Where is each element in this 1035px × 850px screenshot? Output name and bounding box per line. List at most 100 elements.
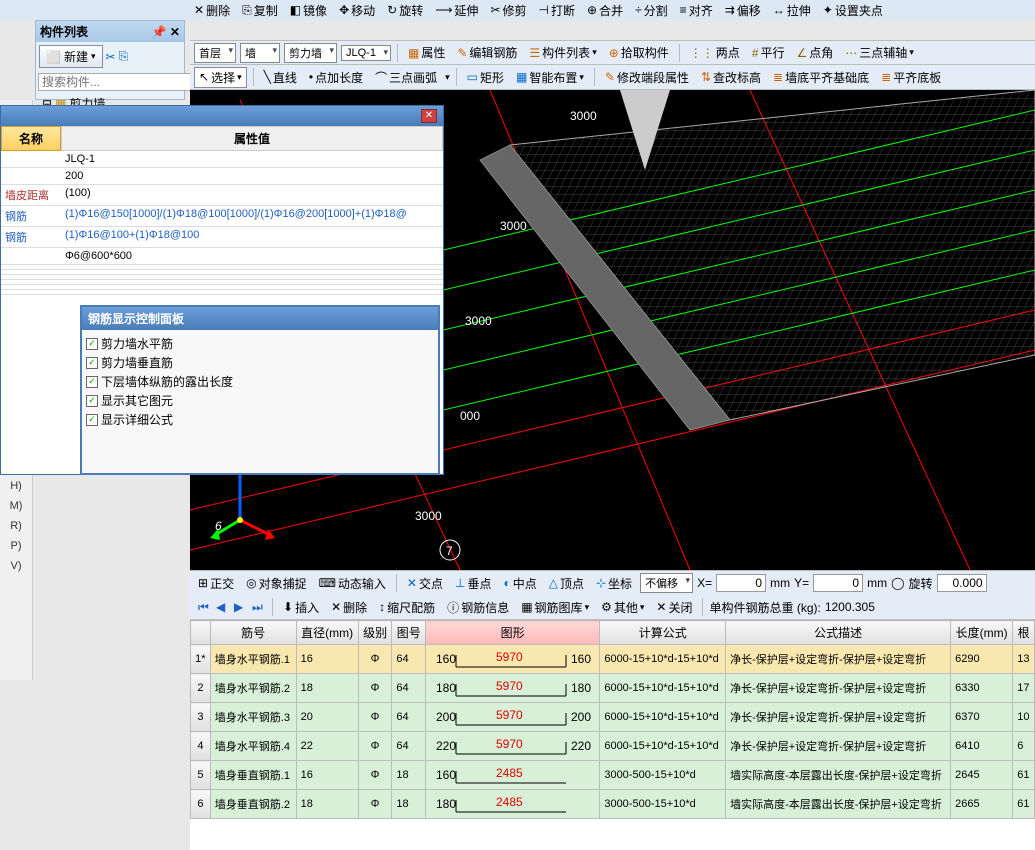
prop-value[interactable]: (1)Φ16@150[1000]/(1)Φ18@100[1000]/(1)Φ16… [61, 206, 443, 227]
tool-对齐[interactable]: ≡对齐 [676, 2, 717, 19]
tool-偏移[interactable]: ⇉偏移 [721, 2, 765, 19]
select-button[interactable]: ↖选择▾ [194, 67, 247, 88]
nav-arrow-icon[interactable]: ⏮ [198, 600, 212, 614]
nav-关闭[interactable]: ✕关闭 [652, 598, 696, 617]
col-header[interactable]: 级别 [358, 621, 392, 645]
snap-顶点[interactable]: △顶点 [545, 574, 588, 593]
checkbox-icon[interactable]: ✓ [86, 338, 98, 350]
tool-删除[interactable]: ✕删除 [190, 2, 234, 19]
col-header[interactable]: 直径(mm) [296, 621, 358, 645]
edit-1[interactable]: ⇅查改标高 [697, 68, 765, 87]
tool-旋转[interactable]: ↻旋转 [383, 2, 427, 19]
check-row[interactable]: ✓显示详细公式 [86, 410, 434, 429]
col-header[interactable]: 公式描述 [726, 621, 951, 645]
checkbox-icon[interactable]: ✓ [86, 414, 98, 426]
col-header[interactable] [191, 621, 211, 645]
check-row[interactable]: ✓下层墙体纵筋的露出长度 [86, 372, 434, 391]
nav-其他[interactable]: ⚙其他▾ [597, 598, 648, 617]
new-button[interactable]: ⬜新建▾ [39, 45, 103, 68]
y-input[interactable] [813, 574, 863, 592]
table-row[interactable]: 5墙身垂直钢筋.116Φ1816024853000-500-15+10*d墙实际… [191, 761, 1035, 790]
col-header[interactable]: 图号 [392, 621, 426, 645]
snap-交点[interactable]: ✕交点 [403, 574, 447, 593]
status-动态输入[interactable]: ⌨动态输入 [315, 574, 390, 593]
check-row[interactable]: ✓剪力墙水平筋 [86, 334, 434, 353]
tool-分割[interactable]: ÷分割 [631, 2, 672, 19]
prop-value[interactable]: (100) [61, 185, 443, 206]
nav-插入[interactable]: ⬇插入 [279, 598, 323, 617]
col-header[interactable]: 计算公式 [600, 621, 726, 645]
btn-拾取构件[interactable]: ⊕拾取构件 [605, 43, 673, 62]
draw-智能布置[interactable]: ▦智能布置▾ [512, 68, 588, 87]
checkbox-icon[interactable]: ✓ [86, 395, 98, 407]
checkbox-icon[interactable]: ✓ [86, 376, 98, 388]
btn-两点[interactable]: ⋮⋮两点 [686, 43, 744, 62]
prop-value[interactable]: Φ6@600*600 [61, 248, 443, 265]
col-header[interactable]: 图形 [426, 621, 600, 645]
edit-3[interactable]: ≣平齐底板 [877, 68, 945, 87]
tool-延伸[interactable]: ⟶延伸 [431, 2, 482, 19]
tool-复制[interactable]: ⎘复制 [238, 2, 282, 19]
snap-坐标[interactable]: ⊹坐标 [592, 574, 636, 593]
prop-value[interactable]: JLQ-1 [61, 151, 443, 168]
check-row[interactable]: ✓显示其它图元 [86, 391, 434, 410]
btn-三点辅轴[interactable]: ⋯三点辅轴▾ [841, 43, 918, 62]
table-row[interactable]: 3墙身水平钢筋.320Φ6420059702006000-15+10*d-15+… [191, 703, 1035, 732]
combo-JLQ-1[interactable]: JLQ-1 [341, 45, 391, 61]
edit-2[interactable]: ≣墙底平齐基础底 [769, 68, 873, 87]
search-input[interactable] [38, 73, 201, 91]
draw-直线[interactable]: ╲直线 [260, 68, 301, 87]
tool-拉伸[interactable]: ↔拉伸 [769, 2, 815, 19]
btn-属性[interactable]: ▦属性 [404, 43, 449, 62]
table-row[interactable]: 2墙身水平钢筋.218Φ6418059701806000-15+10*d-15+… [191, 674, 1035, 703]
snap-垂点[interactable]: ⊥垂点 [451, 574, 495, 593]
nav-钢筋信息[interactable]: ⓘ钢筋信息 [443, 598, 513, 617]
rot-input[interactable] [937, 574, 987, 592]
draw-矩形[interactable]: ▭矩形 [463, 68, 508, 87]
combo-剪力墙[interactable]: 剪力墙 [284, 43, 337, 63]
checkbox-icon[interactable]: ✓ [86, 357, 98, 369]
tool-修剪[interactable]: ✂修剪 [486, 2, 530, 19]
draw-点加长度[interactable]: •点加长度 [305, 68, 367, 87]
copy-icon[interactable]: ⎘ [119, 49, 129, 64]
tool-设置夹点[interactable]: ✦设置夹点 [819, 2, 887, 19]
prop-value[interactable]: 200 [61, 168, 443, 185]
table-row[interactable]: 4墙身水平钢筋.422Φ6422059702206000-15+10*d-15+… [191, 732, 1035, 761]
table-row[interactable]: 6墙身垂直钢筋.218Φ1818024853000-500-15+10*d墙实际… [191, 790, 1035, 819]
nav-钢筋图库[interactable]: ▦钢筋图库▾ [517, 598, 593, 617]
tool-移动[interactable]: ✥移动 [335, 2, 379, 19]
offset-combo[interactable]: 不偏移 [640, 573, 693, 593]
property-titlebar[interactable]: ✕ [1, 106, 443, 126]
btn-平行[interactable]: #平行 [748, 43, 789, 62]
edit-0[interactable]: ✎修改端段属性 [601, 68, 693, 87]
combo-首层[interactable]: 首层 [194, 43, 236, 63]
cut-icon[interactable]: ✂ [106, 50, 116, 64]
btn-点角[interactable]: ∠点角 [793, 43, 838, 62]
nav-缩尺配筋[interactable]: ↕缩尺配筋 [375, 598, 439, 617]
rebar-display-panel[interactable]: 钢筋显示控制面板 ✓剪力墙水平筋✓剪力墙垂直筋✓下层墙体纵筋的露出长度✓显示其它… [80, 305, 440, 475]
nav-删除[interactable]: ✕删除 [327, 598, 371, 617]
tool-镜像[interactable]: ◧镜像 [286, 2, 331, 19]
col-header[interactable]: 筋号 [210, 621, 296, 645]
close-icon[interactable]: ✕ [421, 109, 437, 123]
check-row[interactable]: ✓剪力墙垂直筋 [86, 353, 434, 372]
prop-value[interactable]: (1)Φ16@100+(1)Φ18@100 [61, 227, 443, 248]
btn-构件列表[interactable]: ☰构件列表▾ [525, 43, 600, 62]
nav-arrow-icon[interactable]: ◀ [216, 600, 230, 614]
col-header[interactable]: 长度(mm) [951, 621, 1013, 645]
x-input[interactable] [716, 574, 766, 592]
table-row[interactable]: 1*墙身水平钢筋.116Φ6416059701606000-15+10*d-15… [191, 645, 1035, 674]
pin-icon[interactable]: 📌 ✕ [152, 25, 180, 39]
status-对象捕捉[interactable]: ◎对象捕捉 [242, 574, 311, 593]
tool-合并[interactable]: ⊕合并 [583, 2, 627, 19]
col-header[interactable]: 根 [1013, 621, 1035, 645]
draw-三点画弧[interactable]: ⌒三点画弧 [371, 68, 441, 87]
tool-打断[interactable]: ⊣打断 [535, 2, 579, 19]
status-正交[interactable]: ⊞正交 [194, 574, 238, 593]
nav-arrow-icon[interactable]: ⏭ [252, 600, 266, 614]
btn-编辑钢筋[interactable]: ✎编辑钢筋 [453, 43, 521, 62]
snap-中点[interactable]: ◐中点 [499, 574, 540, 593]
combo-墙[interactable]: 墙 [240, 43, 280, 63]
nav-arrow-icon[interactable]: ▶ [234, 600, 248, 614]
float-panel-title[interactable]: 钢筋显示控制面板 [82, 307, 438, 330]
